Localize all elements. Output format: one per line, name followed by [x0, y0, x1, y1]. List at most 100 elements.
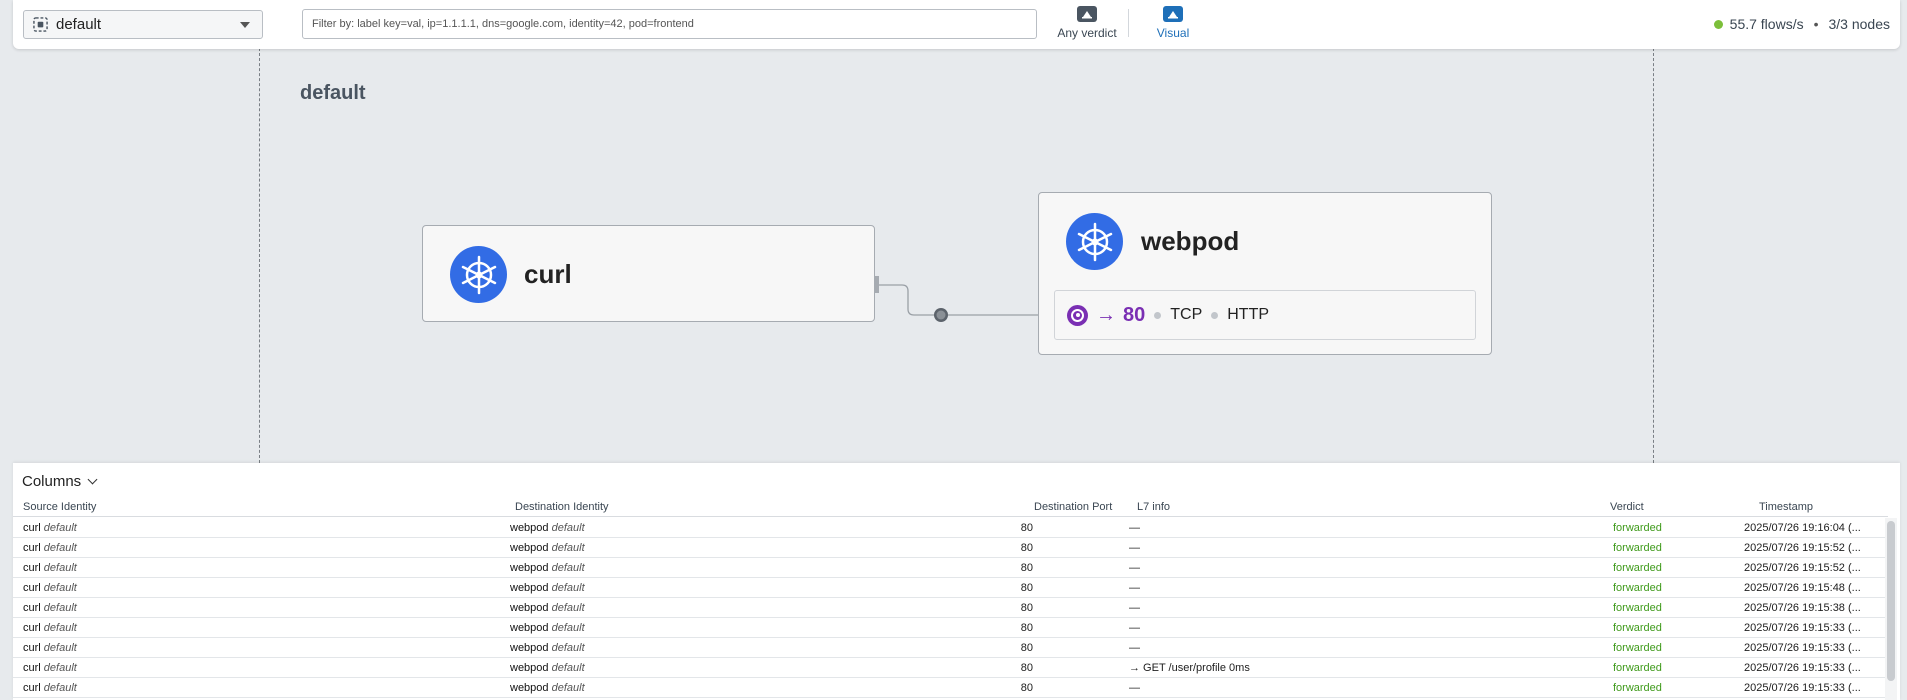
- visual-label: Visual: [1156, 26, 1190, 40]
- source-namespace: default: [43, 522, 77, 534]
- source-name: curl: [23, 602, 41, 614]
- timestamp: 2025/07/26 19:16:04 (...: [1744, 522, 1861, 534]
- visual-button[interactable]: Visual: [1143, 6, 1203, 40]
- destination-name: webpod: [510, 602, 549, 614]
- table-row[interactable]: curl default webpod default 80— forwarded 20…: [13, 538, 1888, 558]
- source-identity: curl default: [23, 562, 77, 574]
- kubernetes-icon: [450, 246, 507, 303]
- source-identity: curl default: [23, 542, 77, 554]
- verdict: forwarded: [1613, 622, 1662, 634]
- l7-info: —: [1129, 542, 1140, 554]
- destination-namespace: default: [551, 622, 585, 634]
- port-number: 80: [1123, 303, 1146, 326]
- destination-namespace: default: [551, 642, 585, 654]
- header-timestamp[interactable]: Timestamp: [1759, 501, 1813, 513]
- scrollbar-thumb[interactable]: [1887, 521, 1895, 681]
- chevron-down-icon: [87, 474, 98, 485]
- source-namespace: default: [43, 682, 77, 694]
- columns-dropdown[interactable]: Columns: [22, 473, 98, 490]
- header-l7-info[interactable]: L7 info: [1137, 501, 1170, 513]
- chevron-down-icon: [240, 22, 250, 28]
- namespace-select[interactable]: default: [23, 10, 263, 39]
- target-icon: [1067, 304, 1088, 326]
- verdict: forwarded: [1613, 562, 1662, 574]
- destination-identity: webpod default: [510, 522, 585, 534]
- visual-icon: [1163, 6, 1183, 22]
- destination-name: webpod: [510, 622, 549, 634]
- destination-name: webpod: [510, 522, 549, 534]
- verdict: forwarded: [1613, 682, 1662, 694]
- table-row[interactable]: curl default webpod default 80— forwarded 20…: [13, 638, 1888, 658]
- source-namespace: default: [43, 542, 77, 554]
- source-identity: curl default: [23, 522, 77, 534]
- timestamp: 2025/07/26 19:15:33 (...: [1744, 642, 1861, 654]
- verdict-icon: [1077, 6, 1097, 22]
- destination-port: 80: [1020, 542, 1033, 554]
- source-identity: curl default: [23, 642, 77, 654]
- l7-info: —: [1129, 602, 1140, 614]
- table-row[interactable]: curl default webpod default 80— forwarded 20…: [13, 618, 1888, 638]
- source-identity: curl default: [23, 662, 77, 674]
- destination-namespace: default: [551, 602, 585, 614]
- verdict: forwarded: [1613, 662, 1662, 674]
- destination-port: 80: [1020, 562, 1033, 574]
- nodes-count: 3/3 nodes: [1828, 16, 1891, 32]
- destination-port: 80: [1020, 662, 1033, 674]
- table-row[interactable]: curl default webpod default 80— forwarded 20…: [13, 558, 1888, 578]
- service-card-webpod[interactable]: webpod → 80 TCP HTTP: [1038, 192, 1492, 355]
- namespace-value: default: [56, 16, 102, 33]
- filter-input[interactable]: [302, 9, 1037, 39]
- destination-namespace: default: [551, 542, 585, 554]
- header-destination-port[interactable]: Destination Port: [1034, 501, 1112, 513]
- source-namespace: default: [43, 582, 77, 594]
- table-row[interactable]: curl default webpod default 80 — forwarded 20…: [13, 518, 1888, 538]
- destination-name: webpod: [510, 642, 549, 654]
- timestamp: 2025/07/26 19:15:48 (...: [1744, 582, 1861, 594]
- header-verdict[interactable]: Verdict: [1610, 501, 1644, 513]
- destination-port: 80: [1020, 602, 1033, 614]
- timestamp: 2025/07/26 19:15:33 (...: [1744, 622, 1861, 634]
- flows-rate: 55.7 flows/s: [1729, 16, 1804, 32]
- port-endpoint[interactable]: → 80 TCP HTTP: [1054, 290, 1476, 340]
- destination-identity: webpod default: [510, 602, 585, 614]
- table-row[interactable]: curl default webpod default 80 — forwarded 20…: [13, 598, 1888, 618]
- arrow-right-icon: →: [1096, 303, 1116, 326]
- table-row[interactable]: curl default webpod default 80— forwarded 20…: [13, 578, 1888, 598]
- source-name: curl: [23, 682, 41, 694]
- flows-panel: Columns Source Identity Destination Iden…: [13, 463, 1900, 700]
- destination-name: webpod: [510, 582, 549, 594]
- verdict: forwarded: [1613, 522, 1662, 534]
- namespace-icon: [33, 17, 48, 32]
- kubernetes-icon: [1066, 213, 1123, 270]
- destination-identity: webpod default: [510, 582, 585, 594]
- destination-port: 80: [1020, 522, 1033, 534]
- service-name: webpod: [1141, 226, 1240, 256]
- separator-dot: [1154, 311, 1162, 319]
- service-name: curl: [524, 259, 572, 289]
- destination-name: webpod: [510, 682, 549, 694]
- l7-info: —: [1129, 582, 1140, 594]
- destination-namespace: default: [551, 682, 585, 694]
- any-verdict-button[interactable]: Any verdict: [1042, 6, 1132, 40]
- source-name: curl: [23, 662, 41, 674]
- service-card-curl[interactable]: curl: [422, 225, 875, 322]
- timestamp: 2025/07/26 19:15:38 (...: [1744, 602, 1861, 614]
- source-identity: curl default: [23, 622, 77, 634]
- columns-label: Columns: [22, 473, 82, 490]
- status-dot: [1713, 19, 1723, 29]
- verdict: forwarded: [1613, 602, 1662, 614]
- destination-namespace: default: [551, 582, 585, 594]
- verdict: forwarded: [1613, 542, 1662, 554]
- l7-info: —: [1129, 682, 1140, 694]
- destination-identity: webpod default: [510, 562, 585, 574]
- l7-info: —: [1129, 522, 1140, 534]
- table-row[interactable]: curl default webpod default 80 → GET /user/…: [13, 658, 1888, 678]
- header-destination-identity[interactable]: Destination Identity: [515, 501, 609, 513]
- destination-name: webpod: [510, 662, 549, 674]
- destination-name: webpod: [510, 542, 549, 554]
- timestamp: 2025/07/26 19:15:33 (...: [1744, 662, 1861, 674]
- destination-identity: webpod default: [510, 622, 585, 634]
- header-source-identity[interactable]: Source Identity: [23, 501, 96, 513]
- source-name: curl: [23, 542, 41, 554]
- table-row[interactable]: curl default webpod default 80— forwarded 20…: [13, 678, 1888, 698]
